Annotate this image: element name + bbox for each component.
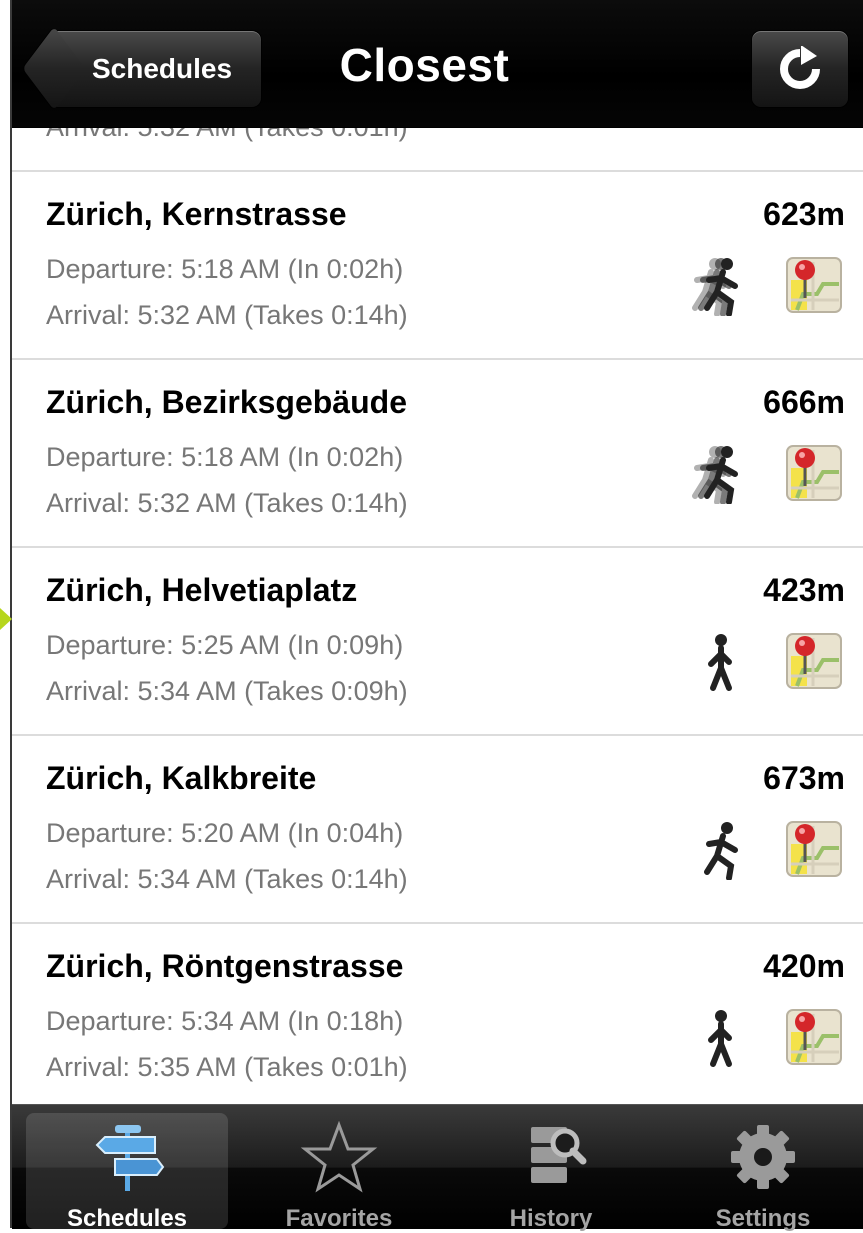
departure-text: Departure: 5:18 AM (In 0:02h)	[46, 442, 404, 472]
signpost-icon	[95, 1125, 165, 1191]
list-item-partial[interactable]: Arrival: 5:32 AM (Takes 0:01h)	[12, 128, 863, 172]
list-item[interactable]: Zürich, Helvetiaplatz 423m Departure: 5:25…	[12, 548, 863, 736]
navigation-bar: Schedules Closest	[12, 0, 863, 128]
list-item[interactable]: Zürich, Bezirksgebäude 666m Departure: 5:1…	[12, 360, 863, 548]
stop-name: Zürich, Helvetiaplatz	[46, 572, 358, 608]
tab-history[interactable]: History	[450, 1113, 652, 1232]
tab-settings[interactable]: Settings	[662, 1113, 863, 1232]
stop-name: Zürich, Röntgenstrasse	[46, 948, 404, 984]
stop-name: Zürich, Kernstrasse	[46, 196, 347, 232]
map-button[interactable]	[783, 254, 845, 316]
walk-icon	[681, 632, 753, 692]
stop-distance: 420m	[763, 948, 845, 984]
run-icon	[681, 820, 753, 881]
list-item[interactable]: Zürich, Kernstrasse 623m Departure: 5:18 A…	[12, 172, 863, 360]
tab-label: Schedules	[66, 1205, 188, 1232]
tab-label: Favorites	[285, 1205, 393, 1232]
tab-bar: Schedules Favorites History Settings	[12, 1104, 863, 1232]
arrival-text: Arrival: 5:34 AM (Takes 0:09h)	[46, 676, 408, 706]
pointer-arrow-icon	[0, 597, 12, 641]
map-button[interactable]	[783, 1006, 845, 1068]
sprint-blur-icon	[681, 444, 753, 505]
map-icon	[783, 1009, 845, 1072]
map-button[interactable]	[783, 818, 845, 880]
refresh-button[interactable]	[751, 30, 849, 108]
map-button[interactable]	[783, 442, 845, 504]
refresh-icon	[780, 46, 820, 89]
stop-name: Zürich, Bezirksgebäude	[46, 384, 407, 420]
history-icon	[531, 1127, 587, 1183]
departure-text: Departure: 5:20 AM (In 0:04h)	[46, 818, 404, 848]
stop-distance: 423m	[763, 572, 845, 608]
stop-distance: 666m	[763, 384, 845, 420]
list-item[interactable]: Zürich, Röntgenstrasse 420m Departure: 5:3…	[12, 924, 863, 1104]
tab-label: History	[509, 1205, 593, 1232]
map-icon	[783, 445, 845, 508]
arrival-text: Arrival: 5:35 AM (Takes 0:01h)	[46, 1052, 408, 1082]
tab-label: Settings	[715, 1205, 811, 1232]
arrival-text: Arrival: 5:32 AM (Takes 0:01h)	[46, 128, 408, 143]
arrival-text: Arrival: 5:34 AM (Takes 0:14h)	[46, 864, 408, 894]
map-icon	[783, 821, 845, 884]
arrival-text: Arrival: 5:32 AM (Takes 0:14h)	[46, 300, 408, 330]
tab-favorites[interactable]: Favorites	[238, 1113, 440, 1232]
tab-schedules[interactable]: Schedules	[26, 1113, 228, 1232]
map-icon	[783, 633, 845, 696]
back-button-label: Schedules	[91, 53, 233, 84]
map-button[interactable]	[783, 630, 845, 692]
walk-icon	[681, 1008, 753, 1068]
stop-distance: 623m	[763, 196, 845, 232]
departure-text: Departure: 5:34 AM (In 0:18h)	[46, 1006, 404, 1036]
star-icon	[300, 1121, 378, 1193]
departure-text: Departure: 5:18 AM (In 0:02h)	[46, 254, 404, 284]
stops-list[interactable]: Arrival: 5:32 AM (Takes 0:01h) Zürich, K…	[12, 128, 863, 1104]
arrival-text: Arrival: 5:32 AM (Takes 0:14h)	[46, 488, 408, 518]
sprint-blur-icon	[681, 256, 753, 317]
list-item[interactable]: Zürich, Kalkbreite 673m Departure: 5:20 AM…	[12, 736, 863, 924]
stop-name: Zürich, Kalkbreite	[46, 760, 317, 796]
map-icon	[783, 257, 845, 320]
stop-distance: 673m	[763, 760, 845, 796]
gear-icon	[731, 1125, 795, 1189]
departure-text: Departure: 5:25 AM (In 0:09h)	[46, 630, 404, 660]
